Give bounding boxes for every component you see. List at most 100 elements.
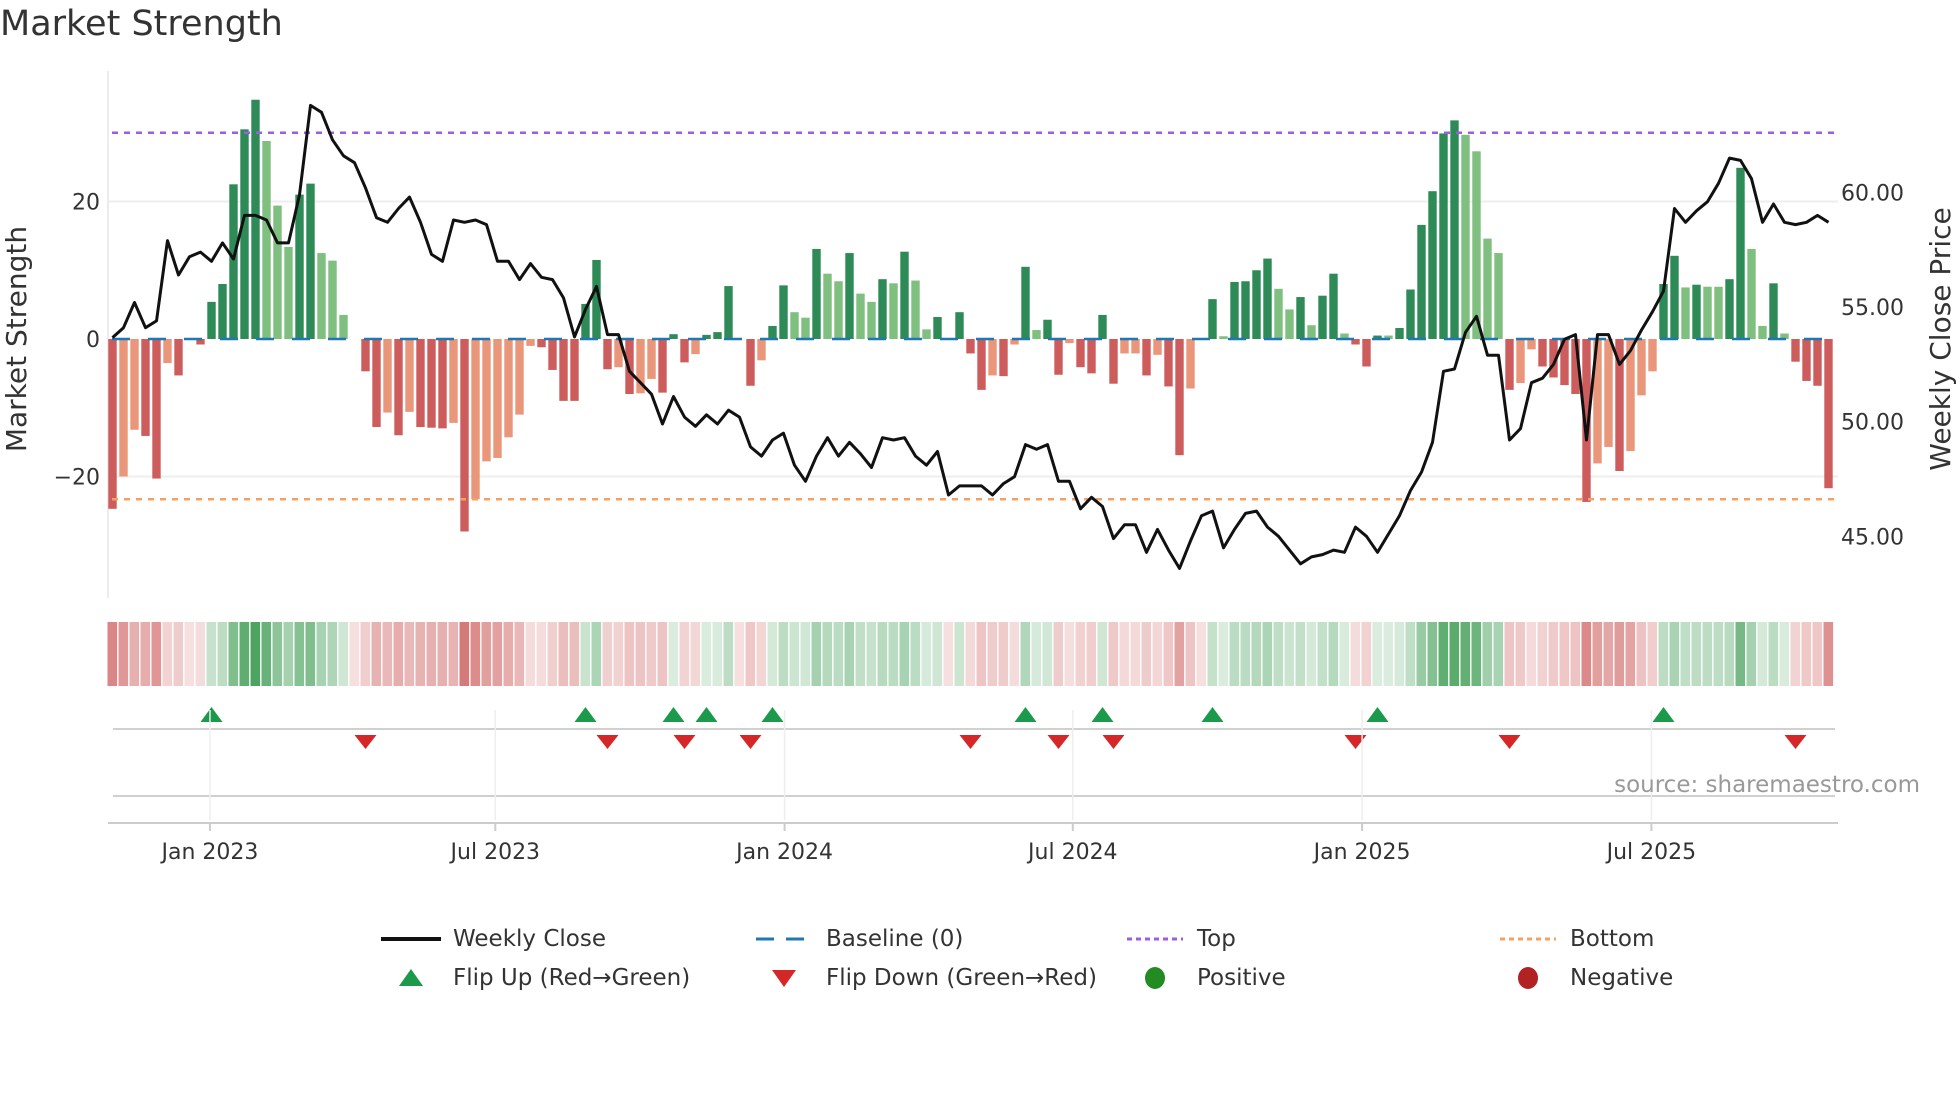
strength-strip-cell <box>679 622 690 686</box>
strength-bar <box>603 339 612 370</box>
strength-bar <box>1164 339 1173 387</box>
legend-baseline: Baseline (0) <box>754 926 963 952</box>
circle-icon <box>1498 966 1558 990</box>
strength-bar <box>493 339 502 458</box>
strength-strip-cell <box>1768 622 1779 686</box>
strength-strip-cell <box>1240 622 1251 686</box>
strength-strip-cell <box>426 622 437 686</box>
strength-bar <box>383 339 392 413</box>
legend-top: Top <box>1125 926 1236 952</box>
strength-bar <box>1791 339 1800 362</box>
strength-strip-cell <box>1658 622 1669 686</box>
strength-strip-cell <box>1515 622 1526 686</box>
strength-strip-cell <box>1009 622 1020 686</box>
strength-bar <box>812 248 821 339</box>
strength-bar <box>1802 339 1811 381</box>
strength-strip-cell <box>1603 622 1614 686</box>
strength-strip-cell <box>646 622 657 686</box>
strength-strip-cell <box>217 622 228 686</box>
strength-bar <box>1274 288 1283 339</box>
strength-bar <box>1747 248 1756 339</box>
strength-strip-cell <box>228 622 239 686</box>
y2-tick-label: 55.00 <box>1841 296 1904 321</box>
strength-strip-cell <box>734 622 745 686</box>
strength-strip-cell <box>1427 622 1438 686</box>
legend-negative: Negative <box>1498 965 1673 991</box>
strength-strip-cell <box>723 622 734 686</box>
legend-weekly-close: Weekly Close <box>381 926 606 952</box>
strength-bar <box>1065 339 1074 344</box>
strength-strip-cell <box>283 622 294 686</box>
strength-bar <box>1054 339 1063 375</box>
strength-strip-cell <box>1328 622 1339 686</box>
strength-strip-cell <box>558 622 569 686</box>
flip-down-marker <box>596 735 619 749</box>
strength-bar <box>1043 319 1052 339</box>
strength-strip-cell <box>459 622 470 686</box>
strength-bar <box>372 339 381 427</box>
y-axis-title: Market Strength <box>0 226 33 452</box>
strength-bar <box>955 312 964 339</box>
strength-strip-cell <box>437 622 448 686</box>
flip-down-marker <box>1498 735 1521 749</box>
strength-strip-cell <box>206 622 217 686</box>
strength-strip-cell <box>657 622 668 686</box>
legend-label: Positive <box>1197 965 1286 991</box>
strength-bar <box>647 339 656 379</box>
strength-bar <box>548 339 557 370</box>
strength-strip-cell <box>998 622 1009 686</box>
strength-bar <box>251 99 260 339</box>
strength-bar <box>1736 167 1745 339</box>
strength-strip-cell <box>1163 622 1174 686</box>
strength-bar <box>482 339 491 462</box>
strength-bar <box>262 141 271 339</box>
strength-bar <box>713 332 722 339</box>
strength-bar <box>680 339 689 363</box>
strength-strip-cell <box>1581 622 1592 686</box>
strength-strip-cell <box>327 622 338 686</box>
dotted-line-icon <box>1498 927 1558 951</box>
strength-strip-cell <box>1438 622 1449 686</box>
legend-label: Flip Down (Green→Red) <box>826 965 1097 991</box>
strength-strip-cell <box>1207 622 1218 686</box>
strength-strip-cell <box>118 622 129 686</box>
strength-bar <box>1637 339 1646 396</box>
strength-bar <box>922 329 931 339</box>
strength-bar <box>856 293 865 339</box>
strength-strip-cell <box>811 622 822 686</box>
strength-strip-cell <box>1801 622 1812 686</box>
strength-strip-cell <box>569 622 580 686</box>
strength-bar <box>515 339 524 415</box>
legend-flip-up: Flip Up (Red→Green) <box>381 965 690 991</box>
strength-strip-cell <box>1086 622 1097 686</box>
strength-bar <box>1175 339 1184 456</box>
strength-strip-cell <box>745 622 756 686</box>
strength-bar <box>449 339 458 423</box>
strength-strip-cell <box>184 622 195 686</box>
strength-strip-cell <box>1812 622 1823 686</box>
legend-label: Negative <box>1570 965 1674 991</box>
strength-bar <box>966 339 975 354</box>
strength-strip-cell <box>987 622 998 686</box>
strength-bar <box>1263 258 1272 339</box>
strength-strip-cell <box>1636 622 1647 686</box>
strength-strip-cell <box>503 622 514 686</box>
strength-strip-cell <box>1108 622 1119 686</box>
strength-bar <box>1186 339 1195 389</box>
y2-axis-title: Weekly Close Price <box>1924 207 1957 470</box>
strength-bar <box>152 339 161 479</box>
flip-down-marker <box>1047 735 1070 749</box>
strength-strip-cell <box>602 622 613 686</box>
strength-bar <box>691 339 700 355</box>
strength-strip-cell <box>1823 622 1834 686</box>
flip-up-marker <box>1091 707 1114 722</box>
strength-bar <box>1769 283 1778 339</box>
strength-strip-cell <box>943 622 954 686</box>
strength-strip-cell <box>789 622 800 686</box>
strength-strip-cell <box>173 622 184 686</box>
strength-strip-cell <box>536 622 547 686</box>
strength-strip-cell <box>954 622 965 686</box>
strength-bar <box>1692 284 1701 339</box>
strength-bar <box>790 312 799 339</box>
strength-strip-cell <box>778 622 789 686</box>
